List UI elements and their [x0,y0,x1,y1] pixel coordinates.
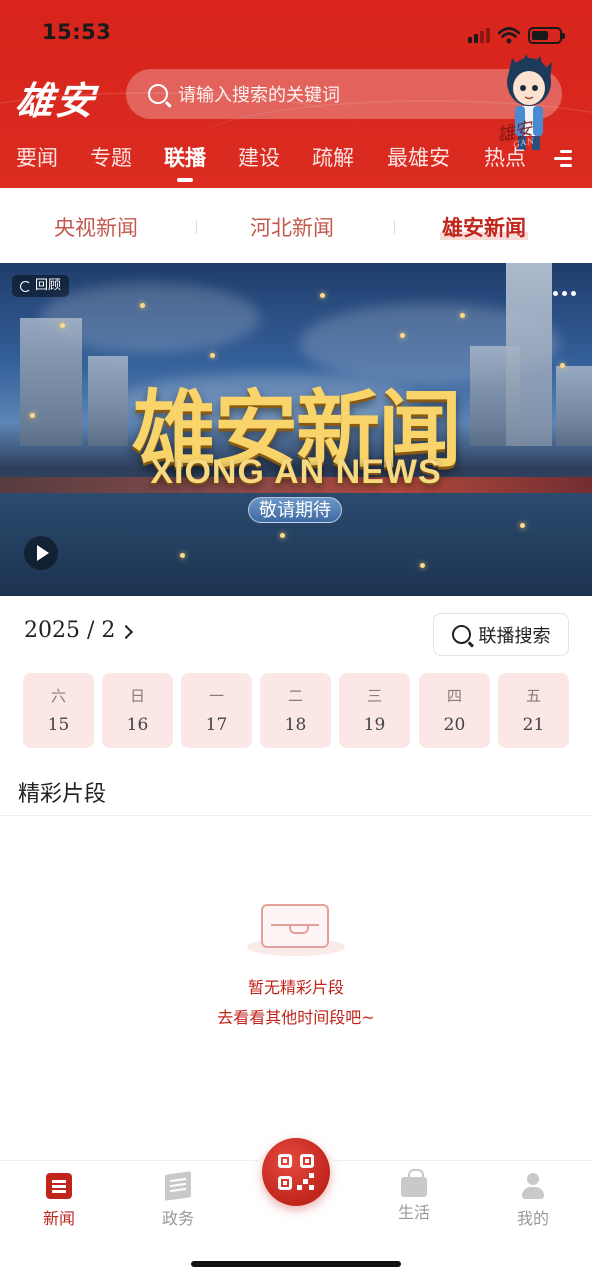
broadcast-search-button[interactable]: 联播搜索 [433,613,569,656]
lantern [460,313,465,318]
life-icon [401,1169,427,1197]
month-selector[interactable]: 2025 / 2 [24,618,134,643]
government-icon [165,1171,191,1201]
app-header: 15:53 雄安 请输入搜索的关键词 雄安 GAN 要闻 专题 联播 建设 疏解… [0,0,592,188]
search-icon [451,625,471,644]
search-placeholder: 请输入搜索的关键词 [178,85,340,106]
empty-message: 暂无精彩片段 [247,978,344,997]
lantern [210,353,215,358]
status-time: 15:53 [42,20,112,44]
home-indicator [191,1261,401,1267]
tab-xiongan-news[interactable]: 雄安新闻 [440,212,528,242]
day-chip[interactable]: 六 15 [23,673,94,748]
news-icon [46,1173,72,1199]
tab-news[interactable]: 新闻 [19,1173,99,1229]
wifi-icon [498,26,520,43]
lantern [60,323,65,328]
lantern [280,533,285,538]
chevron-right-icon [119,624,134,639]
channel-nav: 要闻 专题 联播 建设 疏解 最雄安 热点 [0,142,592,182]
nav-item-jianshe[interactable]: 建设 [238,142,280,172]
tab-government[interactable]: 政务 [138,1171,218,1229]
nav-item-zhuanti[interactable]: 专题 [90,142,132,172]
day-chip[interactable]: 二 18 [260,673,331,748]
qr-scan-button[interactable] [262,1138,330,1206]
nav-item-lianbo[interactable]: 联播 [164,142,206,172]
video-tagline: 敬请期待 [248,497,342,523]
tab-hebei-news[interactable]: 河北新闻 [250,212,334,242]
nav-item-redian[interactable]: 热点 [484,142,526,172]
lantern [140,303,145,308]
replay-badge: 回顾 [12,275,70,297]
empty-hint: 去看看其他时间段吧~ [217,1008,375,1027]
highlights-title: 精彩片段 [18,782,107,807]
play-icon[interactable] [24,536,58,570]
day-chip[interactable]: 一 17 [181,673,252,748]
lantern [320,293,325,298]
day-chip[interactable]: 四 20 [419,673,490,748]
tab-profile[interactable]: 我的 [493,1173,573,1229]
tab-divider [196,220,197,234]
tab-divider [394,220,395,234]
lantern [400,333,405,338]
tab-cctv-news[interactable]: 央视新闻 [54,212,138,242]
status-icons [468,24,565,46]
day-chip[interactable]: 三 19 [339,673,410,748]
battery-icon [528,26,565,44]
empty-inbox-icon [247,898,345,962]
video-player[interactable]: 雄安新闻 XIONG AN NEWS 敬请期待 回顾 [0,263,592,596]
more-options-icon[interactable] [553,291,576,296]
day-chip[interactable]: 日 16 [102,673,173,748]
replay-icon [20,280,31,292]
video-title-en: XIONG AN NEWS [150,453,442,491]
source-tabs: 央视新闻 河北新闻 雄安新闻 [0,188,592,263]
nav-item-zuixiongan[interactable]: 最雄安 [387,142,450,172]
nav-item-shujie[interactable]: 疏解 [312,142,354,172]
lantern [180,553,185,558]
search-bar[interactable]: 请输入搜索的关键词 [126,69,562,119]
section-divider [0,815,592,816]
nav-item-yaowen[interactable]: 要闻 [16,142,58,172]
signal-icon [468,27,490,43]
day-picker: 六 15 日 16 一 17 二 18 三 19 四 20 五 21 [23,673,569,748]
empty-state: 暂无精彩片段 去看看其他时间段吧~ [0,898,592,1028]
lantern [420,563,425,568]
search-icon [148,84,168,104]
lantern [520,523,525,528]
qr-code-icon [278,1154,314,1190]
tab-life[interactable]: 生活 [374,1169,454,1223]
day-chip[interactable]: 五 21 [498,673,569,748]
app-logo: 雄安 [13,78,99,123]
profile-icon [520,1173,546,1199]
channel-menu-icon[interactable] [554,150,572,171]
